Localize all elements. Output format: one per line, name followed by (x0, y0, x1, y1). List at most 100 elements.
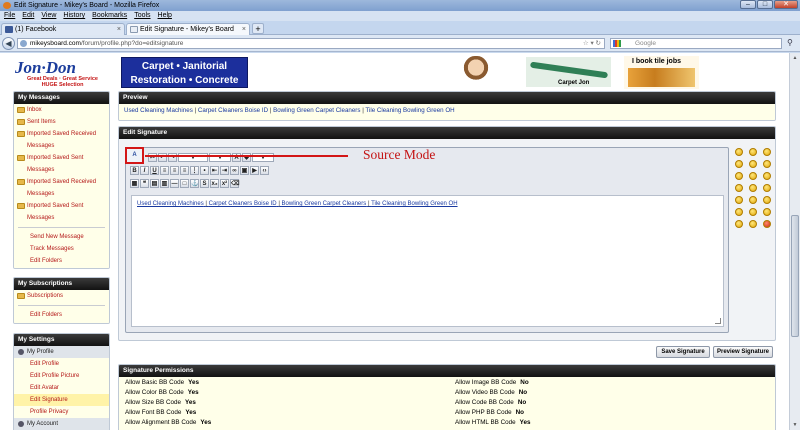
smiley-icon[interactable] (749, 148, 757, 156)
smiley-icon[interactable] (763, 184, 771, 192)
person-ad-image[interactable] (463, 56, 489, 89)
smiley-icon[interactable] (763, 148, 771, 156)
track-messages-link[interactable]: Track Messages (14, 243, 109, 255)
php-icon[interactable]: ▤ (150, 179, 159, 188)
sidebar-item-imported-received-2[interactable]: Imported Saved Received (14, 176, 109, 188)
scrollbar-thumb[interactable] (791, 215, 799, 337)
html-icon[interactable]: ▥ (160, 179, 169, 188)
sidebar-item-subscriptions[interactable]: Subscriptions (14, 290, 109, 302)
preview-signature-button[interactable]: Preview Signature (713, 346, 773, 358)
profile-privacy-link[interactable]: Profile Privacy (14, 406, 109, 418)
hr-icon[interactable]: — (170, 179, 179, 188)
tab-edit-signature[interactable]: Edit Signature - Mikey's Board × (126, 23, 250, 35)
subscript-icon[interactable]: x₂ (210, 179, 219, 188)
sidebar-item-inbox[interactable]: Inbox (14, 104, 109, 116)
smiley-icon[interactable] (735, 208, 743, 216)
search-icon[interactable]: ⚲ (787, 38, 793, 47)
signature-link-2[interactable]: Carpet Cleaners Boise ID (209, 201, 277, 207)
resize-grip[interactable] (715, 318, 721, 324)
preview-link-1[interactable]: Used Cleaning Machines (124, 107, 193, 114)
ordered-list-icon[interactable]: ⋮ (190, 166, 199, 175)
smiley-icon[interactable] (749, 220, 757, 228)
smiley-icon[interactable] (749, 184, 757, 192)
close-window-button[interactable]: ✕ (774, 0, 798, 9)
page-scrollbar[interactable]: ▲ ▼ (789, 53, 800, 430)
signature-textarea[interactable]: Used Cleaning Machines | Carpet Cleaners… (131, 195, 724, 327)
sidebar-item-imported-sent-1-cont[interactable]: Messages (14, 164, 109, 176)
code-icon[interactable]: ‹› (260, 166, 269, 175)
menu-view[interactable]: View (41, 11, 56, 21)
sidebar-item-imported-sent-1[interactable]: Imported Saved Sent (14, 152, 109, 164)
close-tab-icon[interactable]: × (242, 24, 246, 35)
smiley-icon[interactable] (735, 196, 743, 204)
signature-link-3[interactable]: Bowling Green Carpet Cleaners (282, 201, 367, 207)
site-identity-icon[interactable] (20, 40, 27, 47)
table-icon[interactable]: ▦ (130, 179, 139, 188)
jondon-logo[interactable]: Jon·Don Great Deals · Great Service HUGE… (15, 59, 110, 91)
my-profile-header[interactable]: My Profile (14, 346, 109, 358)
sidebar-item-imported-received-2-cont[interactable]: Messages (14, 188, 109, 200)
new-tab-button[interactable]: + (252, 23, 264, 34)
save-signature-button[interactable]: Save Signature (656, 346, 710, 358)
bold-icon[interactable]: B (130, 166, 139, 175)
menu-edit[interactable]: Edit (22, 11, 34, 21)
preview-link-3[interactable]: Bowling Green Carpet Cleaners (273, 107, 360, 114)
angry-smiley-icon[interactable] (763, 220, 771, 228)
preview-link-4[interactable]: Tile Cleaning Bowling Green OH (365, 107, 454, 114)
preview-link-2[interactable]: Carpet Cleaners Boise ID (198, 107, 268, 114)
sidebar-item-imported-sent-2[interactable]: Imported Saved Sent (14, 200, 109, 212)
sidebar-item-imported-received-1-cont[interactable]: Messages (14, 140, 109, 152)
anchor-icon[interactable]: ⚓ (190, 179, 199, 188)
scroll-up-arrow-icon[interactable]: ▲ (791, 54, 799, 62)
carpet-machine-ad[interactable]: Carpet Jon (526, 57, 611, 87)
menu-bookmarks[interactable]: Bookmarks (92, 11, 127, 21)
smiley-icon[interactable] (763, 208, 771, 216)
tile-jobs-ad[interactable]: I book tile jobs (624, 56, 699, 89)
scroll-down-arrow-icon[interactable]: ▼ (791, 421, 799, 429)
smiley-icon[interactable] (735, 184, 743, 192)
edit-folders-link[interactable]: Edit Folders (14, 309, 109, 321)
smiley-icon[interactable] (735, 220, 743, 228)
header-banner-ad[interactable]: Carpet • Janitorial Restoration • Concre… (121, 57, 248, 88)
smiley-icon[interactable] (749, 172, 757, 180)
edit-profile-link[interactable]: Edit Profile (14, 358, 109, 370)
sidebar-item-sent-items[interactable]: Sent Items (14, 116, 109, 128)
edit-avatar-link[interactable]: Edit Avatar (14, 382, 109, 394)
sidebar-item-imported-sent-2-cont[interactable]: Messages (14, 212, 109, 224)
bookmark-star-icon[interactable]: ☆ ▾ ↻ (583, 39, 601, 48)
edit-folders-link[interactable]: Edit Folders (14, 255, 109, 267)
outdent-icon[interactable]: ⇤ (210, 166, 219, 175)
video-icon[interactable]: ▶ (250, 166, 259, 175)
edit-profile-picture-link[interactable]: Edit Profile Picture (14, 370, 109, 382)
smiley-icon[interactable] (749, 196, 757, 204)
signature-link-1[interactable]: Used Cleaning Machines (137, 201, 204, 207)
strike-icon[interactable]: S (200, 179, 209, 188)
menu-help[interactable]: Help (158, 11, 172, 21)
quote-icon[interactable]: ❝ (140, 179, 149, 188)
image-icon[interactable]: ▣ (240, 166, 249, 175)
sidebar-item-imported-received-1[interactable]: Imported Saved Received (14, 128, 109, 140)
align-center-icon[interactable]: ≡ (170, 166, 179, 175)
unordered-list-icon[interactable]: • (200, 166, 209, 175)
smiley-icon[interactable] (735, 172, 743, 180)
clean-icon[interactable]: ⌫ (230, 179, 239, 188)
smiley-icon[interactable] (763, 160, 771, 168)
close-tab-icon[interactable]: × (117, 24, 121, 35)
menu-history[interactable]: History (63, 11, 85, 21)
my-account-header[interactable]: My Account (14, 418, 109, 430)
align-left-icon[interactable]: ≡ (160, 166, 169, 175)
smiley-icon[interactable] (735, 148, 743, 156)
underline-icon[interactable]: U (150, 166, 159, 175)
menu-file[interactable]: File (4, 11, 15, 21)
signature-link-4[interactable]: Tile Cleaning Bowling Green OH (371, 201, 457, 207)
italic-icon[interactable]: I (140, 166, 149, 175)
tab-facebook[interactable]: (1) Facebook × (1, 23, 125, 35)
align-right-icon[interactable]: ≡ (180, 166, 189, 175)
url-bar[interactable]: mikeysboard.com/forum/profile.php?do=edi… (17, 38, 605, 49)
box-icon[interactable]: □ (180, 179, 189, 188)
edit-signature-link[interactable]: Edit Signature (14, 394, 109, 406)
search-input[interactable]: Google (610, 38, 782, 49)
smiley-icon[interactable] (749, 208, 757, 216)
minimize-button[interactable]: – (740, 0, 756, 9)
smiley-icon[interactable] (763, 196, 771, 204)
